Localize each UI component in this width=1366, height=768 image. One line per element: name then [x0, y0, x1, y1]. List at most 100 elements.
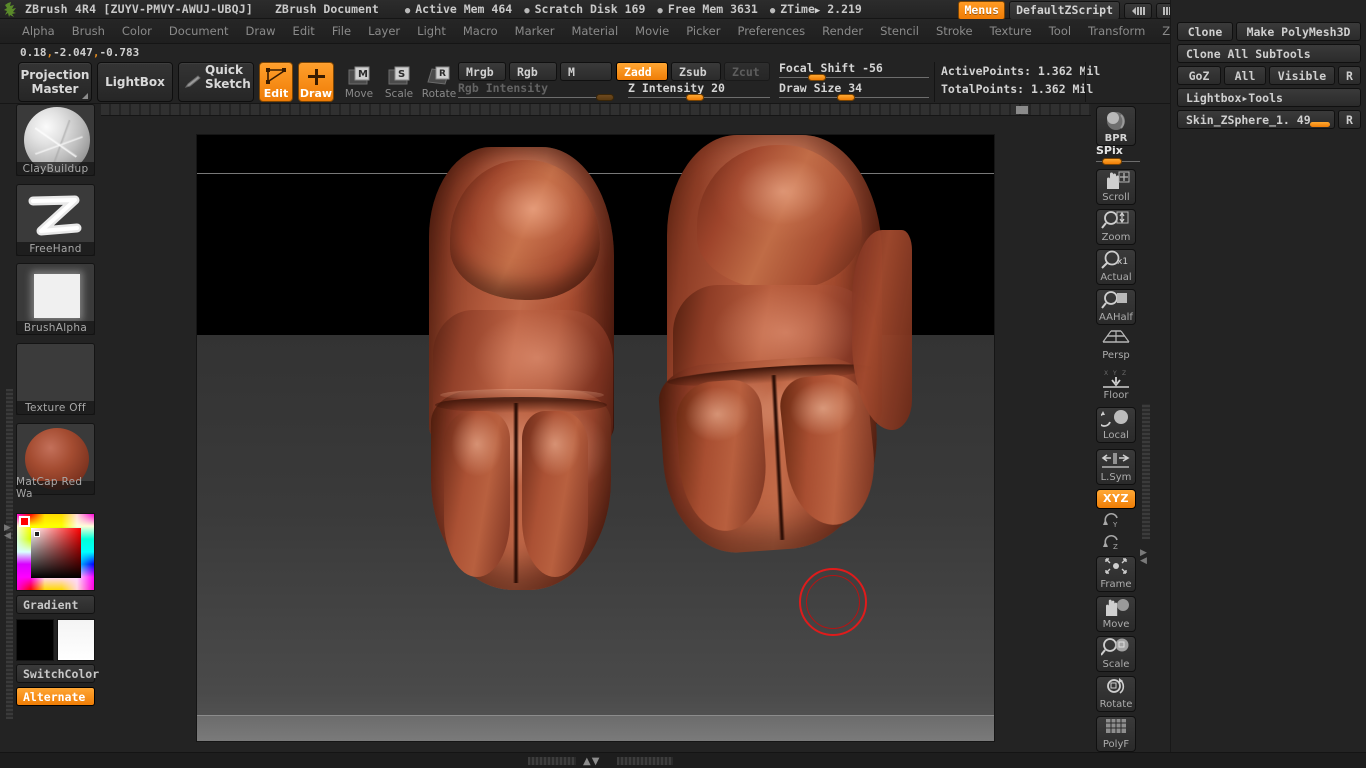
status-arrows[interactable]: ▲▼ — [583, 756, 600, 767]
z-intensity-slider[interactable]: Z Intensity 20 — [628, 82, 770, 101]
actual-button[interactable]: x1 Actual — [1096, 249, 1136, 285]
color-picker-marker-secondary[interactable] — [34, 531, 40, 537]
focal-shift-track[interactable] — [779, 74, 929, 81]
texture-palette-item[interactable]: Texture Off — [16, 343, 96, 415]
make-polymesh3d-button[interactable]: Make PolyMesh3D — [1236, 22, 1361, 41]
scale-object-button[interactable]: Scale — [1096, 636, 1136, 672]
scale-button[interactable]: S Scale — [380, 64, 418, 100]
alpha-palette-item[interactable]: BrushAlpha — [16, 263, 96, 335]
right-toolbar-arrows[interactable]: ▶ ◀ — [1140, 549, 1147, 566]
color-picker-marker-primary[interactable] — [19, 516, 30, 527]
scroll-left-icon[interactable] — [1124, 2, 1152, 19]
menu-item-transform[interactable]: Transform — [1080, 21, 1153, 41]
rotate-button[interactable]: R Rotate — [419, 64, 459, 100]
menu-item-document[interactable]: Document — [161, 21, 237, 41]
current-tool-slider[interactable]: Skin_ZSphere_1. 49 — [1177, 110, 1335, 129]
polyf-button[interactable]: PolyF — [1096, 716, 1136, 752]
draw-button[interactable]: Draw — [298, 62, 334, 102]
menu-item-color[interactable]: Color — [114, 21, 160, 41]
menu-item-tool[interactable]: Tool — [1041, 21, 1079, 41]
xyz-rotate-button[interactable]: XYZ — [1096, 489, 1136, 509]
canvas-ruler[interactable] — [101, 104, 1091, 116]
menu-item-picker[interactable]: Picker — [678, 21, 728, 41]
rgb-button[interactable]: Rgb — [509, 62, 557, 81]
rotate-z-button[interactable]: Z — [1096, 534, 1136, 554]
rgb-intensity-knob[interactable] — [596, 94, 614, 101]
all-button[interactable]: All — [1224, 66, 1266, 85]
material-palette-item[interactable]: MatCap Red Wa — [16, 423, 96, 500]
rgb-intensity-track[interactable] — [458, 94, 614, 101]
zoom-button[interactable]: Zoom — [1096, 209, 1136, 245]
canvas-ruler-handle[interactable] — [1016, 106, 1028, 114]
rotate-y-button[interactable]: Y — [1096, 512, 1136, 532]
projection-master-button[interactable]: Projection Master — [18, 62, 92, 102]
menu-item-edit[interactable]: Edit — [285, 21, 323, 41]
move-object-button[interactable]: Move — [1096, 596, 1136, 632]
menu-item-preferences[interactable]: Preferences — [729, 21, 813, 41]
menu-item-marker[interactable]: Marker — [507, 21, 563, 41]
status-hatch-left[interactable] — [528, 757, 576, 765]
edit-button[interactable]: Edit — [259, 62, 293, 102]
brush-palette-item[interactable]: ClayBuildup — [16, 104, 96, 176]
menu-item-file[interactable]: File — [324, 21, 359, 41]
alternate-button[interactable]: Alternate — [16, 687, 95, 706]
zsub-button[interactable]: Zsub — [671, 62, 721, 81]
stroke-palette-item[interactable]: FreeHand — [16, 184, 96, 256]
left-palette-arrows[interactable]: ▶ ◀ — [4, 524, 11, 541]
spix-knob[interactable] — [1102, 158, 1122, 165]
menu-item-stencil[interactable]: Stencil — [872, 21, 927, 41]
menu-item-stroke[interactable]: Stroke — [928, 21, 981, 41]
zcut-button[interactable]: Zcut — [724, 62, 770, 81]
draw-size-knob[interactable] — [837, 94, 855, 101]
menu-item-macro[interactable]: Macro — [455, 21, 506, 41]
menu-item-draw[interactable]: Draw — [238, 21, 284, 41]
scroll-button[interactable]: Scroll — [1096, 169, 1136, 205]
status-hatch-right[interactable] — [617, 757, 673, 765]
z-intensity-knob[interactable] — [686, 94, 704, 101]
primary-color-swatch[interactable] — [16, 619, 54, 661]
current-tool-slider-knob[interactable] — [1310, 122, 1330, 127]
color-picker[interactable] — [16, 513, 95, 591]
draw-size-slider[interactable]: Draw Size 34 — [779, 82, 929, 101]
m-button[interactable]: M — [560, 62, 612, 81]
menu-item-alpha[interactable]: Alpha — [14, 21, 63, 41]
persp-button[interactable]: Persp — [1096, 329, 1136, 363]
visible-button[interactable]: Visible — [1269, 66, 1335, 85]
lightbox-tools-button[interactable]: Lightbox▸Tools — [1177, 88, 1361, 107]
current-tool-r-button[interactable]: R — [1338, 110, 1361, 129]
lsym-button[interactable]: L.Sym — [1096, 449, 1136, 485]
mrgb-button[interactable]: Mrgb — [458, 62, 506, 81]
viewport-canvas[interactable] — [196, 134, 995, 742]
menu-item-texture[interactable]: Texture — [982, 21, 1040, 41]
local-button[interactable]: Local — [1096, 407, 1136, 443]
clone-all-subtools-button[interactable]: Clone All SubTools — [1177, 44, 1361, 63]
visible-r-button[interactable]: R — [1338, 66, 1361, 85]
focal-shift-slider[interactable]: Focal Shift -56 — [779, 62, 929, 81]
focal-shift-knob[interactable] — [808, 74, 826, 81]
menu-item-brush[interactable]: Brush — [64, 21, 113, 41]
gradient-button[interactable]: Gradient — [16, 595, 95, 614]
left-palette-scrollbar[interactable] — [6, 389, 13, 719]
quick-sketch-button[interactable]: Quick Sketch — [178, 62, 254, 102]
rotate-object-button[interactable]: Rotate — [1096, 676, 1136, 712]
right-toolbar-scrollbar[interactable] — [1142, 404, 1150, 539]
zadd-button[interactable]: Zadd — [616, 62, 668, 81]
menu-item-render[interactable]: Render — [814, 21, 871, 41]
menu-item-layer[interactable]: Layer — [360, 21, 408, 41]
move-button[interactable]: M Move — [340, 64, 378, 100]
menu-item-material[interactable]: Material — [563, 21, 626, 41]
bpr-button[interactable]: BPR — [1096, 106, 1136, 146]
clone-button[interactable]: Clone — [1177, 22, 1233, 41]
spix-track[interactable] — [1096, 158, 1140, 165]
lightbox-button[interactable]: LightBox — [97, 62, 173, 102]
secondary-color-swatch[interactable] — [57, 619, 95, 661]
floor-button[interactable]: X Y Z Floor — [1096, 367, 1136, 403]
rgb-intensity-slider[interactable]: Rgb Intensity — [458, 82, 614, 101]
menu-item-light[interactable]: Light — [409, 21, 454, 41]
draw-size-track[interactable] — [779, 94, 929, 101]
menus-button[interactable]: Menus — [958, 1, 1006, 20]
aahalf-button[interactable]: AAHalf — [1096, 289, 1136, 325]
z-intensity-track[interactable] — [628, 94, 770, 101]
menu-item-movie[interactable]: Movie — [627, 21, 677, 41]
zscript-button[interactable]: DefaultZScript — [1009, 1, 1120, 20]
